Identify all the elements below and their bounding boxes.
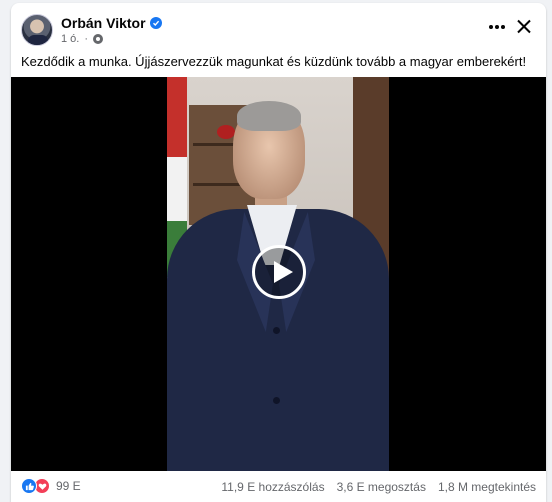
close-button[interactable] — [514, 17, 534, 37]
post-meta: 1 ó. · — [61, 33, 104, 45]
like-reaction-icon — [21, 478, 37, 494]
comments-count[interactable]: 11,9 E hozzászólás — [221, 480, 324, 494]
post-caption: Kezdődik a munka. Újjászervezzük magunka… — [21, 54, 527, 69]
video-player[interactable] — [11, 77, 546, 471]
views-count: 1,8 M megtekintés — [437, 480, 536, 494]
play-button[interactable] — [252, 245, 306, 299]
verified-badge-icon — [149, 17, 162, 29]
globe-icon — [93, 34, 104, 44]
reactions-summary[interactable]: 99 E — [21, 478, 81, 494]
author-name[interactable]: Orbán Viktor — [61, 15, 146, 31]
shares-count[interactable]: 3,6 E megosztás — [337, 480, 426, 494]
post-header: Orbán Viktor 1 ó. · — [11, 3, 546, 51]
post-card: Orbán Viktor 1 ó. · Kezdődik a munka. Új… — [11, 3, 546, 502]
author-avatar[interactable] — [21, 14, 53, 46]
more-icon — [489, 25, 493, 29]
post-time[interactable]: 1 ó. — [61, 33, 79, 45]
author-row: Orbán Viktor — [61, 15, 162, 31]
reaction-count: 99 E — [56, 479, 81, 493]
more-options-button[interactable] — [486, 17, 508, 37]
engagement-stats: 11,9 E hozzászólás 3,6 E megosztás 1,8 M… — [221, 480, 536, 494]
post-footer: 99 E 11,9 E hozzászólás 3,6 E megosztás … — [11, 471, 546, 502]
